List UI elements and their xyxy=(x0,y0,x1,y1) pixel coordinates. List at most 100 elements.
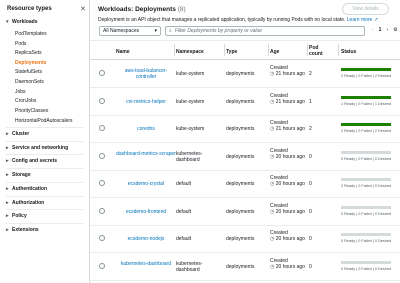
sidebar-section-policy[interactable]: ▸ Policy xyxy=(6,213,27,219)
age-value: 20 hours ago xyxy=(275,209,305,215)
sidebar-item-statefulsets[interactable]: StatefulSets xyxy=(15,69,42,75)
sidebar-section-label: Cluster xyxy=(12,131,30,137)
row-select-radio[interactable] xyxy=(99,180,105,186)
col-header-age[interactable]: Age xyxy=(270,49,279,55)
row-select-radio[interactable] xyxy=(99,153,105,159)
sidebar-divider xyxy=(6,154,84,155)
column-divider[interactable] xyxy=(307,44,308,56)
sidebar-item-cronjobs[interactable]: CronJobs xyxy=(15,98,36,104)
chevron-left-icon[interactable]: ‹ xyxy=(372,27,374,33)
column-divider[interactable] xyxy=(174,44,175,56)
col-header-status[interactable]: Status xyxy=(341,49,356,55)
namespace-cell: kube-system xyxy=(176,126,205,132)
resource-types-sidebar: Resource types ✕ ▾ Workloads PodTemplate… xyxy=(0,0,90,283)
gear-icon[interactable]: ⚙ xyxy=(393,27,397,33)
sidebar-item-replicasets[interactable]: ReplicaSets xyxy=(15,50,42,56)
close-icon[interactable]: ✕ xyxy=(80,5,86,13)
main-panel: Workloads: Deployments (8) View details … xyxy=(90,0,400,283)
col-header-name[interactable]: Name xyxy=(116,49,130,55)
sidebar-item-priorityclasses[interactable]: PriorityClasses xyxy=(15,108,48,114)
sidebar-item-deployments[interactable]: Deployments xyxy=(15,60,46,66)
page-title: Workloads: Deployments (8) xyxy=(98,6,186,13)
sidebar-section-label: Extensions xyxy=(12,227,39,233)
namespace-select[interactable]: All Namespaces ▾ xyxy=(99,26,161,36)
status-text: 1 Ready | 0 Failed | 1 Desired xyxy=(341,102,392,106)
type-cell: deployments xyxy=(226,209,255,215)
namespace-cell: kube-system xyxy=(176,99,205,105)
sidebar-divider xyxy=(6,209,84,210)
table-row[interactable]: ecsdemo-crystal default deployments Created… xyxy=(90,170,400,198)
row-select-radio[interactable] xyxy=(99,208,105,214)
sidebar-section-authentication[interactable]: ▸ Authentication xyxy=(6,186,47,192)
sidebar-section-extensions[interactable]: ▸ Extensions xyxy=(6,227,39,233)
deployment-name-link[interactable]: kubernetes-dashboard xyxy=(116,261,176,267)
sidebar-section-authorization[interactable]: ▸ Authorization xyxy=(6,200,44,206)
type-cell: deployments xyxy=(226,236,255,242)
sidebar-section-service-and-networking[interactable]: ▸ Service and networking xyxy=(6,145,68,151)
age-cell: Created ◷ 20 hours ago xyxy=(270,148,308,160)
chevron-right-icon[interactable]: › xyxy=(386,27,388,33)
status-progress-fill xyxy=(341,96,391,99)
sidebar-divider xyxy=(6,141,84,142)
sidebar-item-horizontalpodautoscalers[interactable]: HorizontalPodAutoscalers xyxy=(15,118,73,124)
table-row[interactable]: dashboard-metrics-scraper kubernetes-dash… xyxy=(90,143,400,171)
deployment-name-link[interactable]: ecsdemo-frontend xyxy=(116,209,176,215)
deployment-name-link[interactable]: cni-metrics-helper xyxy=(116,99,176,105)
table-row[interactable]: aws-load-balancer-controller kube-system d… xyxy=(90,60,400,88)
page-number[interactable]: 1 xyxy=(379,27,382,33)
row-select-radio[interactable] xyxy=(99,263,105,269)
deployment-name-link[interactable]: dashboard-metrics-scraper xyxy=(116,151,176,157)
table-header: Name Namespace Type Age Pod count Status xyxy=(90,40,400,60)
status-text: 0 Ready | 0 Failed | 0 Desired xyxy=(341,157,392,161)
row-select-radio[interactable] xyxy=(99,98,105,104)
row-select-radio[interactable] xyxy=(99,70,105,76)
status-text: 0 Ready | 0 Failed | 0 Desired xyxy=(341,212,392,216)
namespace-cell: kube-system xyxy=(176,71,205,77)
deployment-name-link[interactable]: aws-load-balancer-controller xyxy=(116,68,176,80)
learn-more-link[interactable]: Learn more ↗ xyxy=(347,17,378,23)
deployment-name-link[interactable]: ecsdemo-nodejs xyxy=(116,236,176,242)
row-select-radio[interactable] xyxy=(99,235,105,241)
table-row[interactable]: cni-metrics-helper kube-system deployments… xyxy=(90,88,400,116)
col-header-pod-count[interactable]: Pod count xyxy=(309,45,325,57)
col-header-namespace[interactable]: Namespace xyxy=(176,49,204,55)
age-value: 20 hours ago xyxy=(275,154,305,160)
sidebar-section-config-and-secrets[interactable]: ▸ Config and secrets xyxy=(6,158,57,164)
row-select-radio[interactable] xyxy=(99,125,105,131)
sidebar-item-jobs[interactable]: Jobs xyxy=(15,89,26,95)
namespace-cell: default xyxy=(176,209,192,215)
sidebar-section-label: Authentication xyxy=(12,186,47,192)
page-description: Deployment is an API object that manages… xyxy=(98,17,378,23)
sidebar-section-storage[interactable]: ▸ Storage xyxy=(6,172,31,178)
col-header-type[interactable]: Type xyxy=(226,49,237,55)
status-progress-bar xyxy=(341,123,391,126)
search-input[interactable]: ⌕ Filter Deployments by property or valu… xyxy=(165,26,365,36)
column-divider[interactable] xyxy=(224,44,225,56)
table-row[interactable]: ecsdemo-frontend default deployments Create… xyxy=(90,198,400,226)
pod-count-cell: 0 xyxy=(309,181,312,187)
status-progress-bar xyxy=(341,178,391,181)
pod-count-cell: 0 xyxy=(309,154,312,160)
page-title-text: Workloads: Deployments xyxy=(98,6,176,13)
table-row[interactable]: ecsdemo-nodejs default deployments Created ◷… xyxy=(90,225,400,253)
column-divider[interactable] xyxy=(338,44,339,56)
column-divider[interactable] xyxy=(268,44,269,56)
view-details-button[interactable]: View details xyxy=(342,3,389,15)
status-text: 0 Ready | 0 Failed | 0 Desired xyxy=(341,184,392,188)
namespace-cell: kubernetes-dashboard xyxy=(176,261,203,273)
sidebar-item-daemonsets[interactable]: DaemonSets xyxy=(15,79,44,85)
deployment-name-link[interactable]: coredns xyxy=(116,126,176,132)
sidebar-section-workloads[interactable]: ▾ Workloads xyxy=(6,19,37,25)
age-value: 20 hours ago xyxy=(275,181,305,187)
sidebar-section-cluster[interactable]: ▸ Cluster xyxy=(6,131,29,137)
status-progress-fill xyxy=(341,68,391,71)
table-row[interactable]: kubernetes-dashboard kubernetes-dashboard… xyxy=(90,253,400,281)
type-cell: deployments xyxy=(226,264,255,270)
table-row[interactable]: coredns kube-system deployments Created ◷ 21… xyxy=(90,115,400,143)
sidebar-item-pods[interactable]: Pods xyxy=(15,41,26,47)
sidebar-section-label: Policy xyxy=(12,213,27,219)
sidebar-item-podtemplates[interactable]: PodTemplates xyxy=(15,31,47,37)
deployment-name-link[interactable]: ecsdemo-crystal xyxy=(116,181,176,187)
pod-count-cell: 0 xyxy=(309,264,312,270)
type-cell: deployments xyxy=(226,126,255,132)
